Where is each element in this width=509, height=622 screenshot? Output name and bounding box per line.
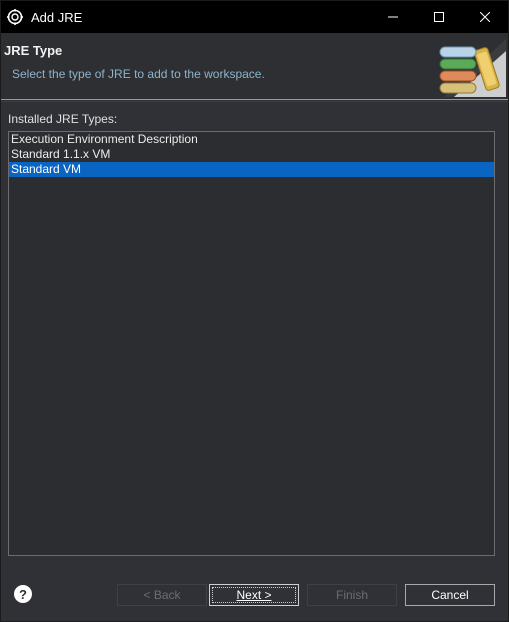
wizard-header: JRE Type Select the type of JRE to add t… <box>1 33 508 99</box>
cancel-button[interactable]: Cancel <box>405 584 495 606</box>
title-bar[interactable]: Add JRE <box>1 1 508 33</box>
window-controls <box>370 1 508 33</box>
help-icon: ? <box>19 586 27 602</box>
minimize-button[interactable] <box>370 1 416 33</box>
installed-jre-types-label: Installed JRE Types: <box>8 112 118 126</box>
window-title: Add JRE <box>31 9 83 25</box>
close-icon <box>480 12 490 22</box>
finish-button[interactable]: Finish <box>307 584 397 606</box>
list-item-standard-1-1-x-vm[interactable]: Standard 1.1.x VM <box>9 147 494 162</box>
help-button[interactable]: ? <box>14 585 32 603</box>
maximize-icon <box>434 12 444 22</box>
maximize-button[interactable] <box>416 1 462 33</box>
page-description: Select the type of JRE to add to the wor… <box>12 67 265 81</box>
close-button[interactable] <box>462 1 508 33</box>
list-item-standard-vm[interactable]: Standard VM <box>9 162 494 177</box>
eclipse-gear-icon <box>7 9 23 25</box>
add-jre-dialog: Add JRE JRE Type Select the type of JRE … <box>0 0 509 622</box>
minimize-icon <box>388 16 398 18</box>
header-separator <box>1 99 508 100</box>
next-button[interactable]: Next > <box>209 584 299 606</box>
list-item-execution-environment-description[interactable]: Execution Environment Description <box>9 132 494 147</box>
next-button-label: Next > <box>236 588 272 602</box>
jre-libraries-banner-icon <box>439 39 506 97</box>
jre-type-list[interactable]: Execution Environment Description Standa… <box>8 131 495 556</box>
back-button[interactable]: < Back <box>117 584 207 606</box>
header-separator-shadow <box>1 101 508 102</box>
page-title: JRE Type <box>4 43 63 58</box>
